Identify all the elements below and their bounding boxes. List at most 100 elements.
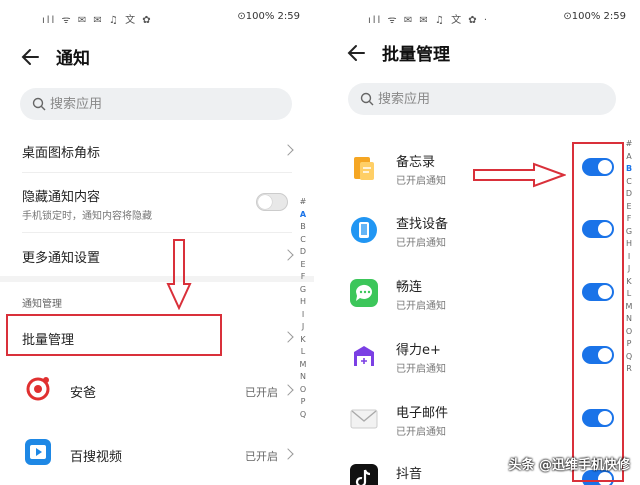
divider: [22, 172, 292, 173]
app-status: 已开启通知: [396, 301, 446, 312]
app-state: 已开启: [245, 386, 278, 399]
watermark: 头条 @迅维手机快修: [508, 458, 630, 473]
status-bar: ıll ᯤ ✉ ✉ ♫ 文 ✿ · ⊙100% 2:59: [326, 9, 640, 27]
find-device-icon: [351, 217, 377, 243]
index-letter[interactable]: F: [624, 213, 634, 226]
index-letter[interactable]: P: [624, 338, 634, 351]
index-letter[interactable]: #: [298, 196, 308, 209]
index-letter[interactable]: I: [298, 309, 308, 322]
clock: 2:59: [277, 11, 300, 22]
status-bar: ıll ᯤ ✉ ✉ ♫ 文 ✿ ⊙100% 2:59: [0, 9, 314, 27]
search-icon: [32, 97, 46, 111]
index-letter[interactable]: C: [298, 234, 308, 247]
notification-settings-screen: ıll ᯤ ✉ ✉ ♫ 文 ✿ ⊙100% 2:59 通知 桌面图标角标 隐藏通…: [0, 0, 314, 485]
more-settings-label: 更多通知设置: [22, 251, 101, 266]
badge-setting-label: 桌面图标角标: [22, 146, 101, 161]
chevron-right-icon: [282, 249, 294, 261]
index-letter[interactable]: J: [298, 321, 308, 334]
index-letter[interactable]: M: [624, 301, 634, 314]
memo-icon: [354, 157, 374, 180]
section-label: 通知管理: [22, 299, 62, 310]
hide-content-label: 隐藏通知内容: [22, 190, 101, 205]
index-letter[interactable]: #: [624, 138, 634, 151]
section-divider: [0, 276, 314, 282]
douyin-icon: [350, 464, 378, 485]
index-letter[interactable]: O: [624, 326, 634, 339]
clock: 2:59: [603, 11, 626, 22]
status-icons: ıll ᯤ ✉ ✉ ♫ 文 ✿: [42, 15, 153, 26]
index-letter[interactable]: Q: [624, 351, 634, 364]
app-status: 已开启通知: [396, 176, 446, 187]
app-row[interactable]: 百搜视频 已开启: [0, 436, 314, 472]
index-letter[interactable]: M: [298, 359, 308, 372]
app-name: 得力e+: [396, 343, 441, 358]
battery-indicator: ⊙100%: [563, 11, 601, 22]
annotation-box: [572, 142, 624, 482]
chevron-right-icon: [282, 384, 294, 396]
index-letter[interactable]: P: [298, 396, 308, 409]
index-letter[interactable]: K: [624, 276, 634, 289]
app-state: 已开启: [245, 450, 278, 463]
index-letter[interactable]: A: [624, 151, 634, 164]
index-letter[interactable]: R: [624, 363, 634, 376]
chevron-right-icon: [282, 144, 294, 156]
title-bar: 通知: [0, 38, 314, 74]
baisou-video-app-icon: [25, 439, 51, 465]
index-letter[interactable]: E: [298, 259, 308, 272]
annotation-down-arrow: [166, 239, 192, 310]
app-name: 畅连: [396, 280, 423, 295]
app-row[interactable]: 安爸 已开启: [0, 372, 314, 408]
hide-content-desc: 手机锁定时，通知内容将隐藏: [22, 211, 152, 222]
index-letter[interactable]: D: [624, 188, 634, 201]
index-letter[interactable]: Q: [298, 409, 308, 422]
index-letter[interactable]: G: [624, 226, 634, 239]
status-right: ⊙100% 2:59: [563, 11, 626, 22]
search-input[interactable]: [50, 88, 250, 120]
chevron-right-icon: [282, 448, 294, 460]
chevron-right-icon: [282, 331, 294, 343]
search-input[interactable]: [378, 83, 578, 115]
index-letter[interactable]: L: [298, 346, 308, 359]
search-icon: [360, 92, 374, 106]
anba-app-icon: [26, 377, 50, 401]
badge-setting-row[interactable]: 桌面图标角标: [0, 132, 314, 168]
meetime-icon: [350, 279, 378, 307]
index-letter[interactable]: J: [624, 263, 634, 276]
index-letter[interactable]: N: [624, 313, 634, 326]
index-letter[interactable]: H: [298, 296, 308, 309]
alphabet-index[interactable]: # A B C D E F G H I J K L M N O P Q: [298, 196, 308, 421]
index-letter[interactable]: I: [624, 251, 634, 264]
index-letter[interactable]: K: [298, 334, 308, 347]
hide-content-toggle[interactable]: [256, 193, 288, 211]
index-letter[interactable]: D: [298, 246, 308, 259]
app-status: 已开启通知: [396, 364, 446, 375]
index-letter[interactable]: O: [298, 384, 308, 397]
page-title: 通知: [56, 49, 90, 69]
search-bar[interactable]: [20, 88, 292, 120]
search-bar[interactable]: [348, 83, 616, 115]
index-letter[interactable]: C: [624, 176, 634, 189]
hide-content-row: 隐藏通知内容 手机锁定时，通知内容将隐藏: [0, 178, 314, 228]
app-name: 查找设备: [396, 217, 449, 232]
index-letter[interactable]: H: [624, 238, 634, 251]
annotation-box: [6, 314, 222, 356]
index-letter[interactable]: G: [298, 284, 308, 297]
index-letter[interactable]: L: [624, 288, 634, 301]
divider: [22, 232, 292, 233]
index-letter[interactable]: E: [624, 201, 634, 214]
index-letter[interactable]: F: [298, 271, 308, 284]
index-letter[interactable]: A: [298, 209, 308, 222]
status-right: ⊙100% 2:59: [237, 11, 300, 22]
batch-manage-screen: ıll ᯤ ✉ ✉ ♫ 文 ✿ · ⊙100% 2:59 批量管理 备忘录 已开…: [326, 0, 640, 485]
annotation-right-arrow: [473, 162, 566, 188]
index-letter[interactable]: N: [298, 371, 308, 384]
back-arrow-icon[interactable]: [346, 42, 368, 64]
alphabet-index[interactable]: # A B C D E F G H I J K L M N O P Q R: [624, 138, 634, 376]
app-name: 抖音: [396, 467, 423, 482]
page-title: 批量管理: [382, 45, 450, 65]
app-name: 备忘录: [396, 155, 436, 170]
index-letter[interactable]: B: [298, 221, 308, 234]
back-arrow-icon[interactable]: [20, 46, 42, 68]
more-settings-row[interactable]: 更多通知设置: [0, 238, 314, 272]
index-letter[interactable]: B: [624, 163, 634, 176]
